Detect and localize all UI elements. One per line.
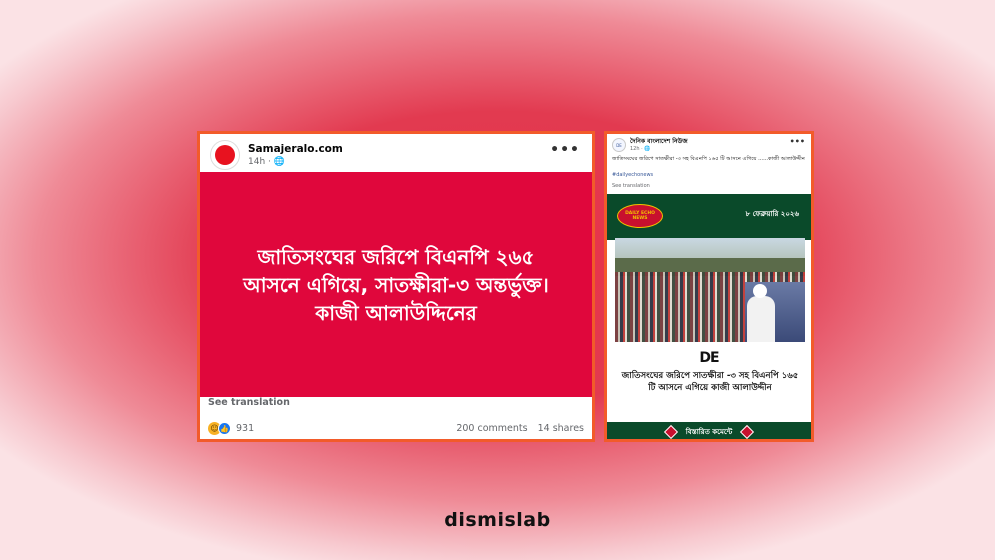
more-options-icon[interactable]: •••	[550, 142, 580, 158]
post-image[interactable]: DAILY ECHO NEWS ৮ ফেব্রুয়ারি ২০২৬ DE জা…	[607, 194, 811, 439]
see-translation-link[interactable]: See translation	[612, 183, 650, 189]
diamond-icon	[740, 424, 755, 439]
daily-echo-news-logo: DAILY ECHO NEWS	[617, 204, 663, 228]
post-caption: জাতিসংঘের জরিপে সাতক্ষীরা -৩ সহ বিএনপি ১…	[612, 156, 805, 162]
post-header: DE দৈনিক বাংলাদেশ নিউজ 12h · 🌐	[612, 138, 688, 153]
page-name[interactable]: Samajeralo.com	[248, 142, 343, 156]
de-logo-mark: DE	[699, 350, 719, 366]
page-name[interactable]: দৈনিক বাংলাদেশ নিউজ	[630, 138, 688, 146]
image-headline: জাতিসংঘের জরিপে সাতক্ষীরা -৩ সহ বিএনপি ১…	[621, 371, 799, 393]
details-in-comments-label: বিস্তারিত কমেন্টে	[685, 428, 733, 436]
post-time[interactable]: 12h · 🌐	[630, 146, 688, 153]
post-header: Samajeralo.com 14h · 🌐	[210, 140, 343, 170]
see-translation-link[interactable]: See translation	[208, 397, 290, 408]
dismislab-logo: dismislab	[444, 509, 551, 531]
image-date: ৮ ফেব্রুয়ারি ২০২৬	[745, 210, 799, 218]
more-options-icon[interactable]: •••	[790, 137, 805, 146]
post-image-headline: জাতিসংঘের জরিপে বিএনপি ২৬৫ আসনে এগিয়ে, …	[243, 244, 549, 325]
post-image[interactable]: জাতিসংঘের জরিপে বিএনপি ২৬৫ আসনে এগিয়ে, …	[200, 172, 592, 397]
page-avatar[interactable]	[210, 140, 240, 170]
hashtag-link[interactable]: #dailyechonews	[612, 172, 653, 178]
reactions[interactable]: ☺ 👍 931	[208, 422, 254, 435]
like-reaction-icon: 👍	[218, 422, 231, 435]
reactions-count: 931	[236, 423, 255, 434]
post-time[interactable]: 14h · 🌐	[248, 156, 343, 168]
shares-count[interactable]: 14 shares	[538, 423, 584, 434]
comments-count[interactable]: 200 comments	[456, 423, 527, 434]
diamond-icon	[663, 424, 678, 439]
image-bottom-band: বিস্তারিত কমেন্টে	[607, 422, 811, 439]
post-footer: ☺ 👍 931 200 comments 14 shares	[208, 422, 584, 435]
page-avatar[interactable]: DE	[612, 138, 626, 152]
rally-crowd-photo	[615, 238, 805, 342]
post-card-samajeralo: Samajeralo.com 14h · 🌐 ••• জাতিসংঘের জরি…	[197, 131, 595, 442]
post-card-daily-echo: DE দৈনিক বাংলাদেশ নিউজ 12h · 🌐 ••• জাতিস…	[604, 131, 814, 442]
red-circle-logo-icon	[215, 145, 235, 165]
